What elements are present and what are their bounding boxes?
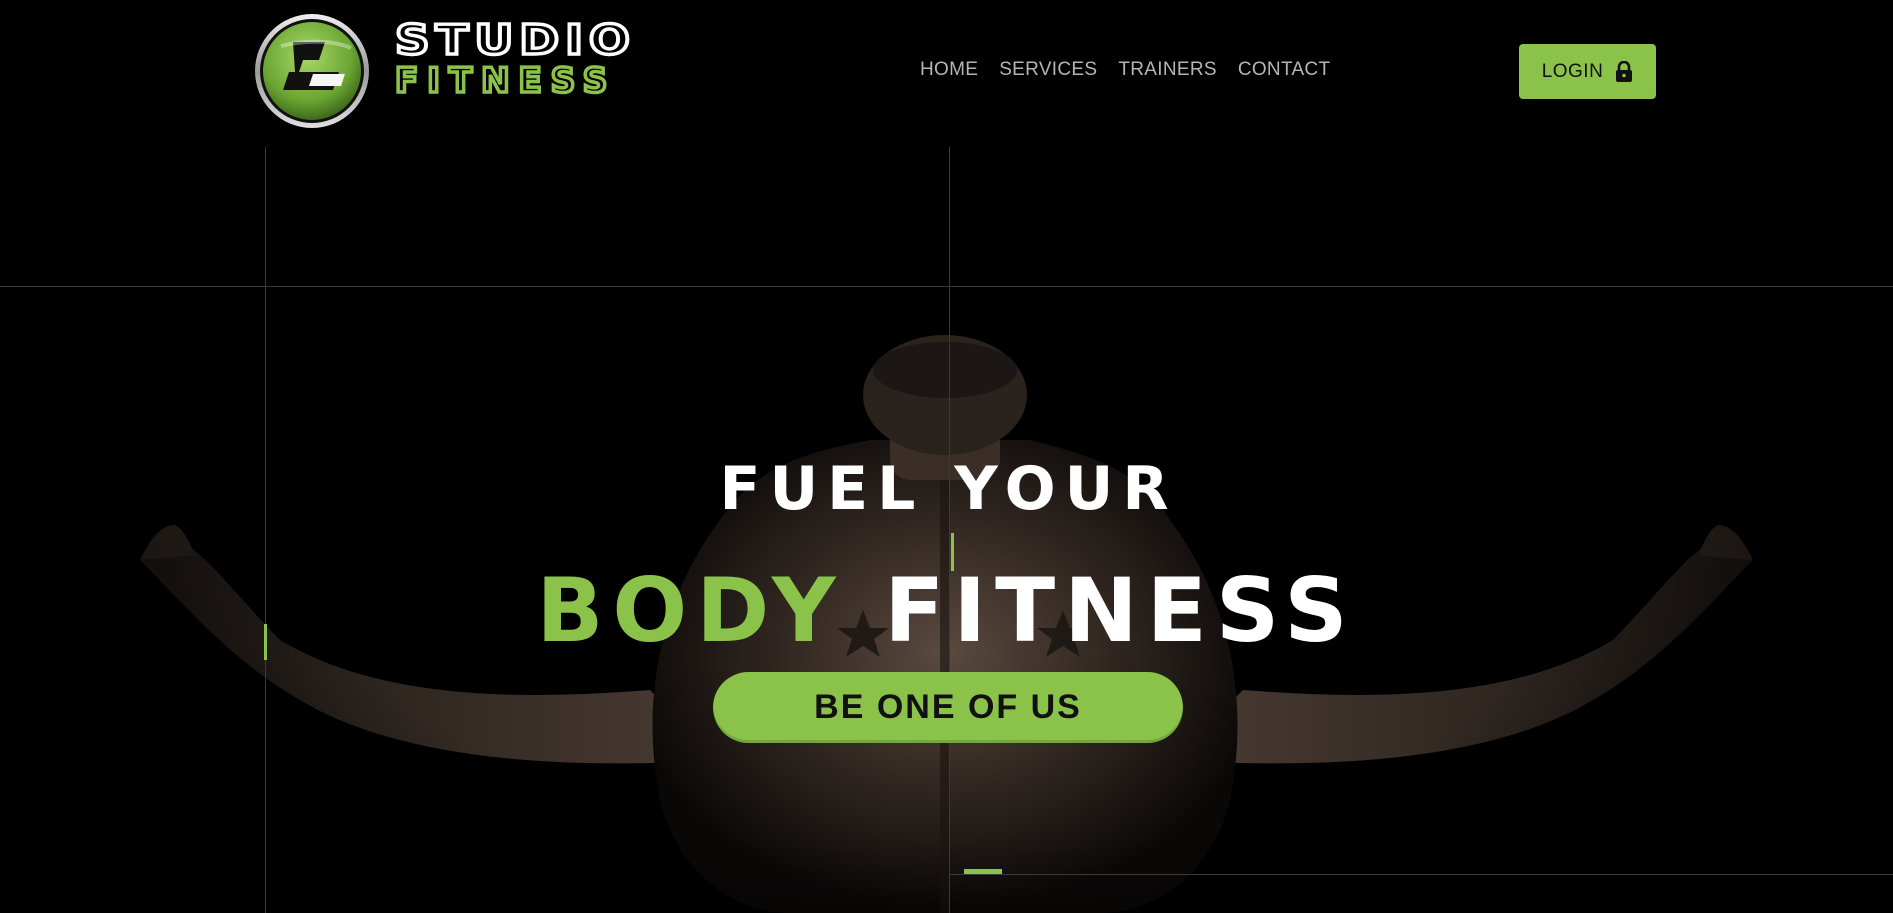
logo-wordmark[interactable]: STUDIO FITNESS (393, 16, 740, 101)
main-nav: HOME SERVICES TRAINERS CONTACT (920, 59, 1351, 81)
hero-headline-green: BODY (536, 559, 845, 662)
grid-line (0, 286, 1893, 287)
nav-item-services[interactable]: SERVICES (999, 59, 1097, 81)
logo-line-fitness: FITNESS (393, 61, 617, 101)
login-label: LOGIN (1541, 60, 1604, 82)
site-header: STUDIO FITNESS HOME SERVICES TRAINERS CO… (0, 0, 1893, 140)
join-cta-button[interactable]: BE ONE OF US (713, 672, 1183, 743)
logo-emblem-icon[interactable] (253, 12, 371, 130)
nav-item-contact[interactable]: CONTACT (1238, 59, 1331, 81)
hero-headline-line1: FUEL YOUR (719, 454, 1178, 524)
login-button[interactable]: LOGIN (1519, 44, 1656, 99)
accent-marker (964, 869, 1002, 874)
grid-line (265, 147, 266, 913)
page: STUDIO FITNESS HOME SERVICES TRAINERS CO… (0, 0, 1893, 913)
logo-line-studio: STUDIO (393, 16, 636, 65)
grid-line (949, 874, 1893, 875)
lock-icon (1616, 60, 1633, 82)
nav-item-home[interactable]: HOME (920, 59, 978, 81)
nav-item-trainers[interactable]: TRAINERS (1118, 59, 1216, 81)
hero-headline-white: FITNESS (884, 559, 1357, 662)
grid-line (949, 147, 950, 913)
hero-headline-line2: BODY FITNESS (0, 567, 1893, 655)
cta-label: BE ONE OF US (814, 688, 1082, 726)
